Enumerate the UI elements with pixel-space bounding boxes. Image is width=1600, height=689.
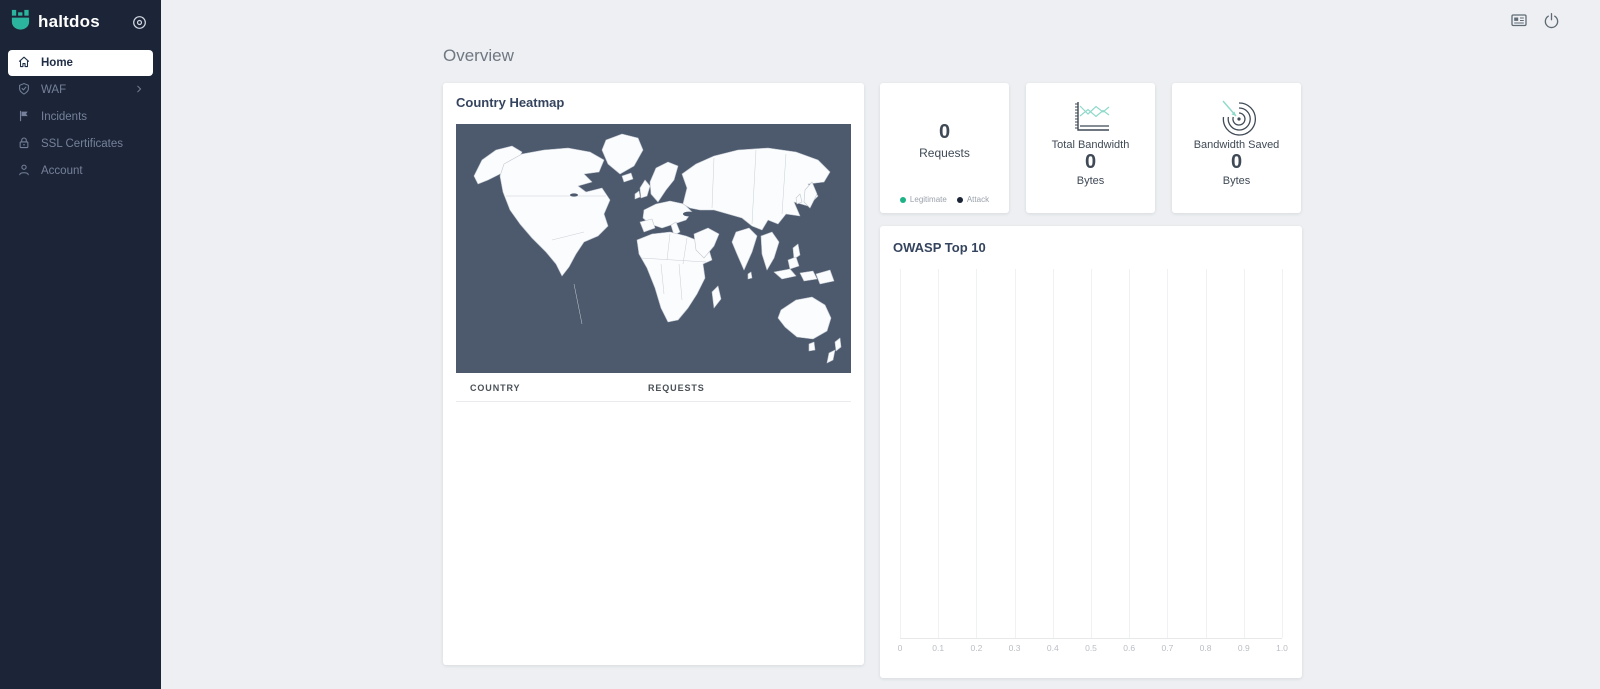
owasp-chart-xaxis: 00.10.20.30.40.50.60.70.80.91.0 [900, 639, 1282, 653]
column-header-requests: Requests [648, 383, 837, 393]
world-map [456, 124, 851, 373]
gridline [1206, 269, 1207, 638]
sidebar-item-incidents[interactable]: Incidents [8, 104, 153, 130]
user-icon [17, 163, 31, 180]
lock-icon [17, 136, 31, 153]
sidebar: haltdos Home [0, 0, 161, 689]
x-tick-label: 0.5 [1085, 643, 1097, 653]
app-logo[interactable]: haltdos [9, 8, 100, 36]
x-tick-label: 1.0 [1276, 643, 1288, 653]
owasp-top10-card: OWASP Top 10 0 0.1 0.2 0.3 0.4 0.5 0.6 0.7 0.8 0.… [880, 226, 1302, 678]
requests-value: 0 [880, 121, 1009, 144]
total-bandwidth-title: Total Bandwidth [1026, 139, 1155, 151]
sidebar-item-waf[interactable]: WAF [8, 77, 153, 103]
shield-check-icon [17, 82, 31, 99]
sidebar-item-home[interactable]: Home [8, 50, 153, 76]
sidebar-item-ssl-certificates[interactable]: SSL Certificates [8, 131, 153, 157]
legend-dot [957, 197, 963, 203]
requests-label: Requests [880, 146, 1009, 160]
area-chart-icon [1026, 97, 1155, 139]
x-tick-label: 0.6 [1123, 643, 1135, 653]
page-title: Overview [443, 46, 1303, 66]
topbar-actions [1510, 11, 1560, 29]
gridline [976, 269, 977, 638]
country-heatmap-title: Country Heatmap [456, 95, 851, 110]
bandwidth-saved-stat-card: Bandwidth Saved 0 Bytes [1172, 83, 1301, 213]
requests-stat-card: 0 Requests Legitimate Attack [880, 83, 1009, 213]
id-card-icon[interactable] [1510, 11, 1528, 29]
home-icon [17, 55, 31, 72]
sidebar-item-label: Account [41, 165, 83, 177]
target-icon[interactable] [132, 15, 147, 30]
x-tick-label: 0 [898, 643, 903, 653]
sidebar-item-account[interactable]: Account [8, 158, 153, 184]
x-tick-label: 0.2 [970, 643, 982, 653]
sidebar-item-label: WAF [41, 84, 66, 96]
sidebar-header: haltdos [0, 0, 161, 44]
x-tick-label: 0.1 [932, 643, 944, 653]
requests-legend: Legitimate Attack [880, 195, 1009, 204]
column-header-country: Country [470, 383, 648, 393]
bandwidth-saved-title: Bandwidth Saved [1172, 139, 1301, 151]
sidebar-nav: Home WAF Incide [0, 44, 161, 184]
flag-icon [17, 109, 31, 126]
sidebar-item-label: Incidents [41, 111, 87, 123]
sidebar-item-label: Home [41, 57, 73, 69]
gridline [1015, 269, 1016, 638]
x-tick-label: 0.9 [1238, 643, 1250, 653]
app-logo-text: haltdos [38, 12, 100, 32]
legend-item-attack: Attack [957, 195, 989, 204]
owasp-chart-plot [900, 269, 1282, 639]
bandwidth-saved-unit: Bytes [1172, 175, 1301, 187]
gridline [938, 269, 939, 638]
x-tick-label: 0.8 [1200, 643, 1212, 653]
gridline [1129, 269, 1130, 638]
x-tick-label: 0.7 [1161, 643, 1173, 653]
gridline [1053, 269, 1054, 638]
total-bandwidth-value: 0 [1026, 151, 1155, 174]
bandwidth-saved-value: 0 [1172, 151, 1301, 174]
country-heatmap-card: Country Heatmap [443, 83, 864, 665]
gridline [1167, 269, 1168, 638]
x-tick-label: 0.4 [1047, 643, 1059, 653]
main-content: Overview Country Heatmap [443, 46, 1303, 678]
sidebar-item-label: SSL Certificates [41, 138, 123, 150]
gridline [1244, 269, 1245, 638]
country-table-header: Country Requests [456, 373, 851, 402]
legend-item-legitimate: Legitimate [900, 195, 947, 204]
chevron-right-icon [134, 84, 144, 97]
total-bandwidth-stat-card: Total Bandwidth 0 Bytes [1026, 83, 1155, 213]
power-icon[interactable] [1543, 12, 1560, 29]
owasp-top10-title: OWASP Top 10 [893, 240, 1289, 255]
haltdos-shield-icon [9, 8, 32, 36]
gridline [900, 269, 901, 638]
target-spiral-icon [1172, 97, 1301, 139]
legend-dot [900, 197, 906, 203]
x-tick-label: 0.3 [1009, 643, 1021, 653]
total-bandwidth-unit: Bytes [1026, 175, 1155, 187]
gridline [1091, 269, 1092, 638]
gridline [1282, 269, 1283, 638]
